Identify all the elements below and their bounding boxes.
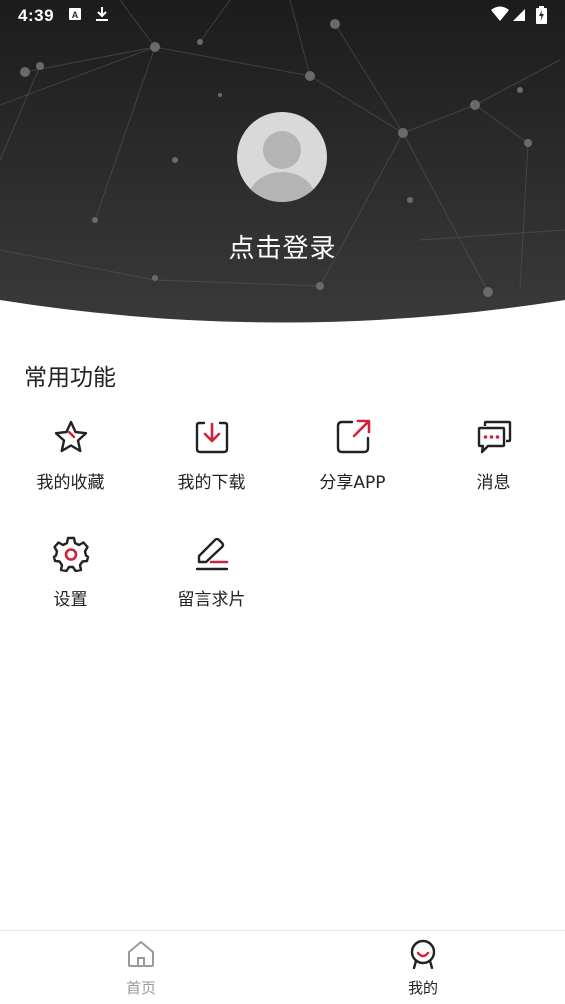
profile-header: 4:39 A 点击登录 <box>0 0 565 325</box>
message-icon <box>477 420 512 454</box>
signal-icon <box>512 6 526 27</box>
function-label: 我的收藏 <box>36 473 105 493</box>
battery-charging-icon <box>536 6 547 29</box>
profile-icon <box>410 939 436 969</box>
tab-label: 首页 <box>125 979 156 997</box>
edit-icon <box>195 537 229 571</box>
login-link[interactable]: 点击登录 <box>0 228 565 265</box>
user-silhouette-icon <box>248 131 316 202</box>
autofill-notification-icon: A <box>68 6 82 27</box>
tab-mine[interactable]: 我的 <box>282 931 564 1004</box>
function-label: 消息 <box>476 473 511 493</box>
function-label: 我的下载 <box>177 473 246 493</box>
function-label: 分享APP <box>319 473 386 493</box>
favorites-button[interactable]: 我的收藏 <box>0 418 141 518</box>
home-icon <box>128 941 154 967</box>
download-icon <box>195 421 229 454</box>
download-notification-icon <box>95 6 109 27</box>
section-title: 常用功能 <box>24 365 116 391</box>
share-app-button[interactable]: 分享APP <box>282 418 423 518</box>
downloads-button[interactable]: 我的下载 <box>141 418 282 518</box>
share-icon <box>336 419 371 454</box>
tab-home[interactable]: 首页 <box>0 931 282 1004</box>
star-icon <box>54 420 88 453</box>
settings-button[interactable]: 设置 <box>0 535 141 635</box>
bottom-tab-bar: 首页 我的 <box>0 930 565 1004</box>
function-label: 留言求片 <box>177 590 246 610</box>
messages-button[interactable]: 消息 <box>423 418 564 518</box>
wifi-icon <box>490 6 510 27</box>
function-label: 设置 <box>53 590 88 610</box>
status-time: 4:39 <box>18 6 55 25</box>
svg-text:A: A <box>72 10 79 20</box>
tab-label: 我的 <box>407 979 438 997</box>
request-movie-button[interactable]: 留言求片 <box>141 535 282 635</box>
gear-icon <box>52 536 90 573</box>
status-bar: 4:39 A <box>0 0 565 32</box>
avatar[interactable] <box>237 112 327 202</box>
